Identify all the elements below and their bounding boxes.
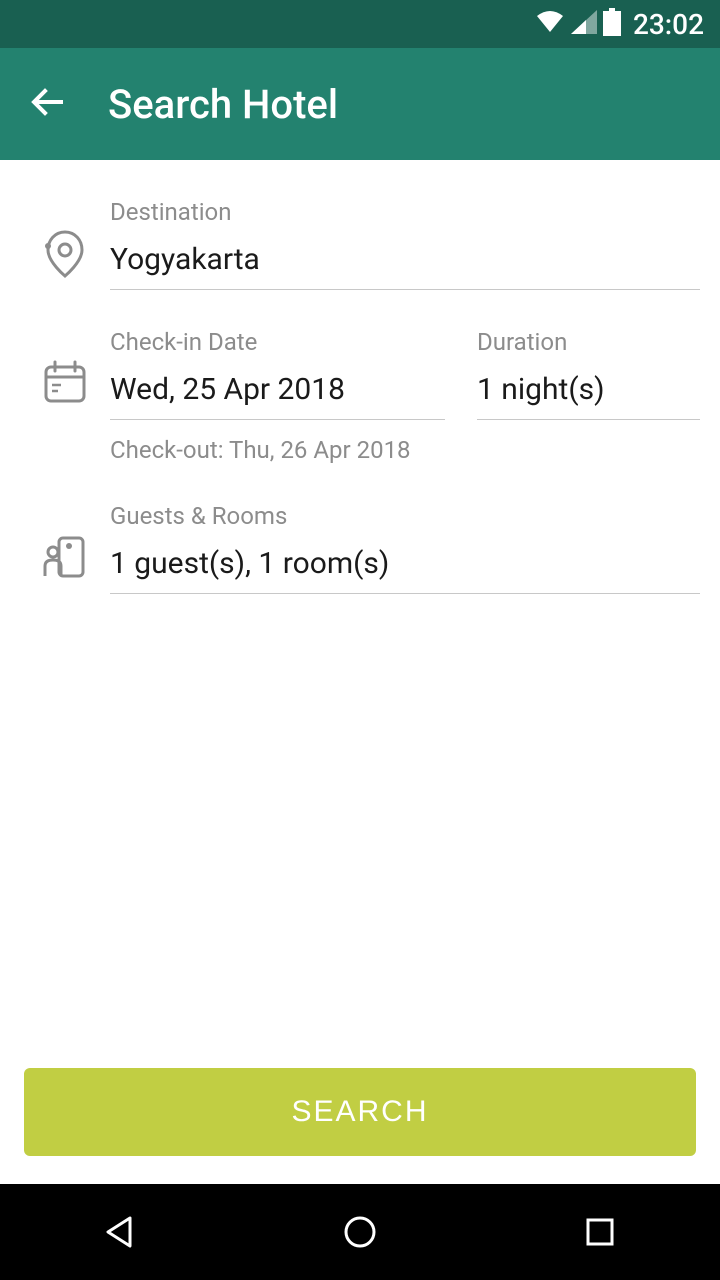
calendar-icon [41, 358, 89, 410]
nav-back-icon[interactable] [96, 1208, 144, 1256]
destination-label: Destination [110, 198, 700, 226]
destination-value: Yogyakarta [110, 242, 700, 290]
nav-recent-icon[interactable] [576, 1208, 624, 1256]
search-button[interactable]: SEARCH [24, 1068, 696, 1156]
search-button-label: SEARCH [291, 1095, 428, 1129]
battery-icon [603, 8, 621, 40]
duration-value: 1 night(s) [477, 372, 700, 420]
date-row: Check-in Date Wed, 25 Apr 2018 Duration … [20, 290, 700, 420]
destination-row: Destination Yogyakarta [20, 160, 700, 290]
search-form: Destination Yogyakarta Check-in Date [0, 160, 720, 1184]
page-title: Search Hotel [108, 81, 338, 128]
app-bar: Search Hotel [0, 48, 720, 160]
checkin-label: Check-in Date [110, 328, 445, 356]
guests-value: 1 guest(s), 1 room(s) [110, 546, 700, 594]
checkout-note: Check-out: Thu, 26 Apr 2018 [20, 436, 700, 464]
nav-home-icon[interactable] [336, 1208, 384, 1256]
guests-field[interactable]: Guests & Rooms 1 guest(s), 1 room(s) [110, 502, 700, 594]
duration-field[interactable]: Duration 1 night(s) [477, 328, 700, 420]
checkin-field[interactable]: Check-in Date Wed, 25 Apr 2018 [110, 328, 445, 420]
guests-label: Guests & Rooms [110, 502, 700, 530]
signal-icon [571, 10, 597, 38]
guests-row: Guests & Rooms 1 guest(s), 1 room(s) [20, 464, 700, 594]
wifi-icon [535, 10, 565, 38]
destination-field[interactable]: Destination Yogyakarta [110, 198, 700, 290]
status-bar: 23:02 [0, 0, 720, 48]
guest-room-icon [41, 532, 89, 584]
status-time: 23:02 [633, 8, 704, 41]
duration-label: Duration [477, 328, 700, 356]
location-pin-icon [41, 228, 89, 284]
back-arrow-icon[interactable] [28, 82, 68, 126]
android-nav-bar [0, 1184, 720, 1280]
checkin-value: Wed, 25 Apr 2018 [110, 372, 445, 420]
